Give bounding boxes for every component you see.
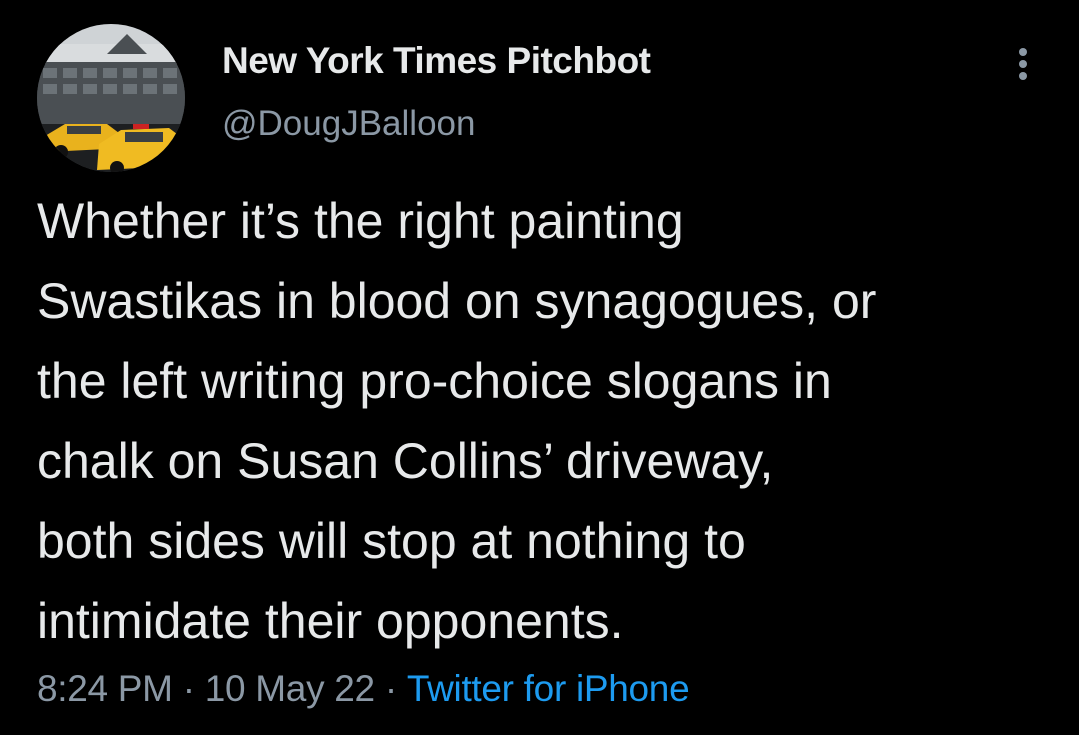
more-dot xyxy=(1019,60,1027,68)
author-handle[interactable]: @DougJBalloon xyxy=(222,104,475,144)
tweet-time[interactable]: 8:24 PM xyxy=(37,668,173,709)
more-dot xyxy=(1019,72,1027,80)
nyt-building-taxi-avatar-icon xyxy=(37,24,185,172)
more-options-icon[interactable] xyxy=(1008,44,1038,84)
tweet: New York Times Pitchbot @DougJBalloon Wh… xyxy=(0,0,1079,735)
tweet-text-line: chalk on Susan Collins’ driveway, xyxy=(37,433,774,489)
meta-separator: · xyxy=(182,668,195,709)
tweet-text-line: both sides will stop at nothing to xyxy=(37,513,746,569)
tweet-metadata: 8:24 PM · 10 May 22 · Twitter for iPhone xyxy=(37,668,690,710)
tweet-date[interactable]: 10 May 22 xyxy=(205,668,375,709)
meta-separator: · xyxy=(384,668,397,709)
tweet-text-line: Whether it’s the right painting xyxy=(37,193,684,249)
avatar[interactable] xyxy=(37,24,185,172)
author-display-name[interactable]: New York Times Pitchbot xyxy=(222,40,651,82)
tweet-source-link[interactable]: Twitter for iPhone xyxy=(407,668,690,709)
tweet-text-line: Swastikas in blood on synagogues, or xyxy=(37,273,877,329)
tweet-text-line: the left writing pro-choice slogans in xyxy=(37,353,832,409)
tweet-text: Whether it’s the right painting Swastika… xyxy=(37,181,1062,661)
tweet-text-line: intimidate their opponents. xyxy=(37,593,624,649)
more-dot xyxy=(1019,48,1027,56)
